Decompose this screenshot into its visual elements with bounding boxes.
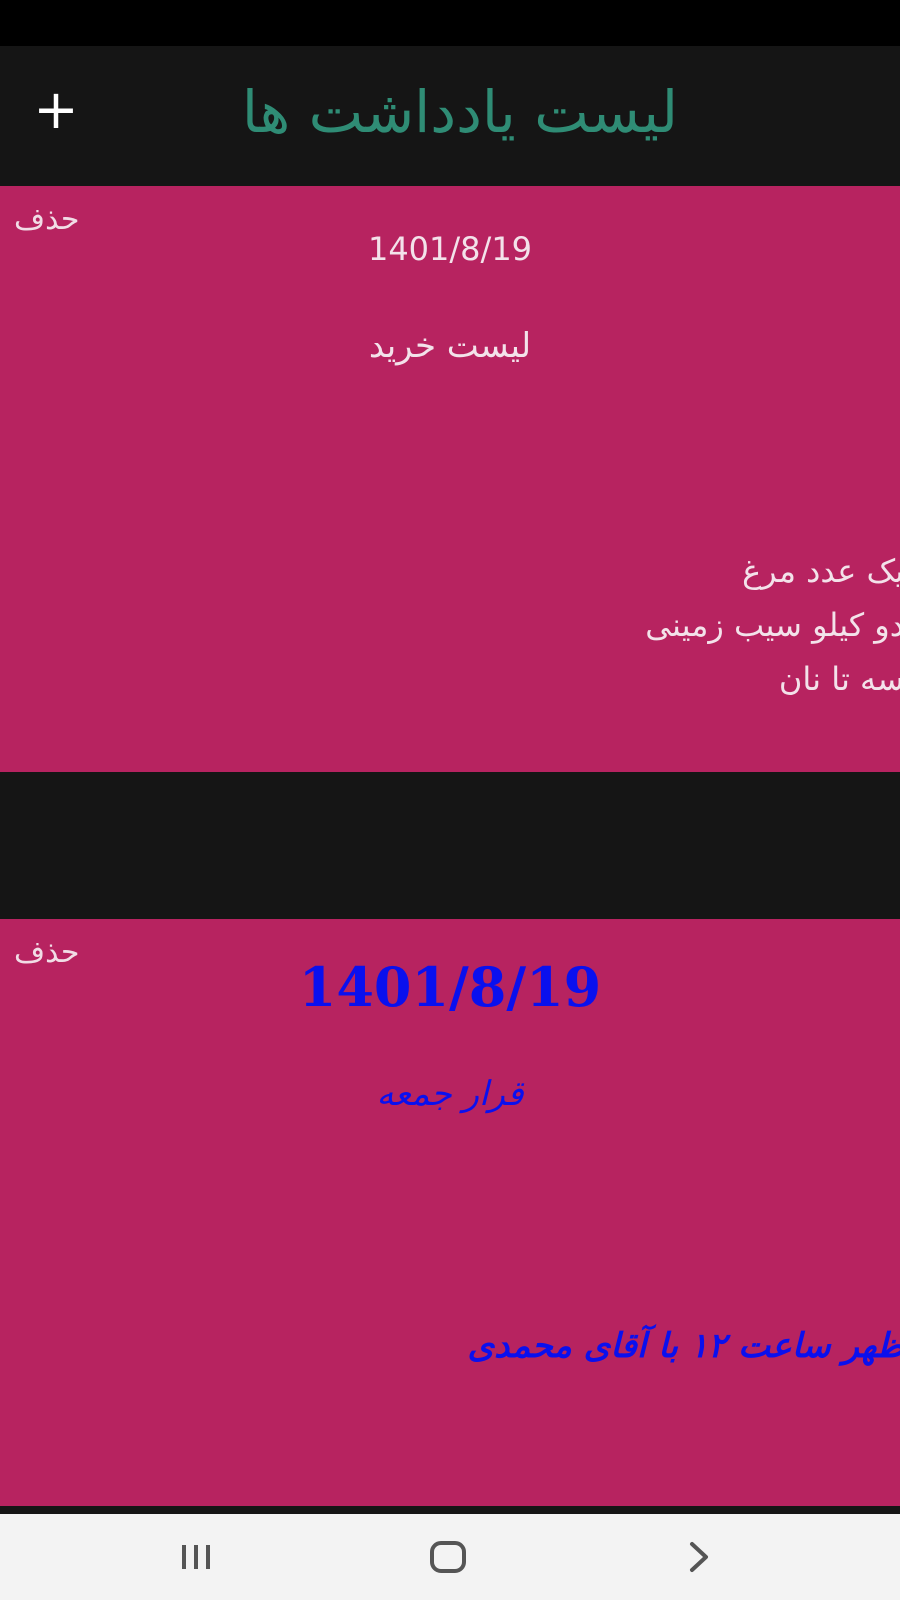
note-body-line: یک عدد مرغ — [742, 552, 900, 590]
back-button[interactable] — [670, 1534, 730, 1580]
note-body-line: ظهر ساعت ۱۲ با آقای محمدی — [467, 1326, 900, 1366]
note-body-line: سه تا نان — [778, 660, 900, 698]
recents-button[interactable] — [166, 1534, 226, 1580]
note-card[interactable]: حذف 1401/8/19 لیست خرید یک عدد مرغ دو کی… — [0, 186, 900, 772]
recents-icon — [182, 1545, 210, 1569]
list-bottom-divider — [0, 1506, 900, 1514]
page-title: لیست یادداشت ها — [241, 78, 679, 146]
note-body: یک عدد مرغ دو کیلو سیب زمینی سه تا نان — [645, 544, 900, 706]
status-bar — [0, 0, 900, 46]
add-note-button[interactable]: + — [28, 82, 84, 138]
note-body: ظهر ساعت ۱۲ با آقای محمدی — [468, 1319, 900, 1373]
note-date: 1401/8/19 — [367, 230, 533, 268]
note-card[interactable]: حذف 1401/8/19 قرار جمعه ظهر ساعت ۱۲ با آ… — [0, 919, 900, 1506]
notes-screen: + لیست یادداشت ها حذف 1401/8/19 لیست خری… — [0, 0, 900, 1600]
home-icon — [430, 1541, 466, 1573]
note-date: 1401/8/19 — [298, 955, 602, 1019]
system-navigation-bar — [0, 1514, 900, 1600]
back-icon — [690, 1542, 708, 1572]
note-title: لیست خرید — [368, 326, 532, 366]
note-body-line: دو کیلو سیب زمینی — [645, 606, 900, 644]
note-title: قرار جمعه — [376, 1074, 524, 1114]
home-button[interactable] — [418, 1534, 478, 1580]
